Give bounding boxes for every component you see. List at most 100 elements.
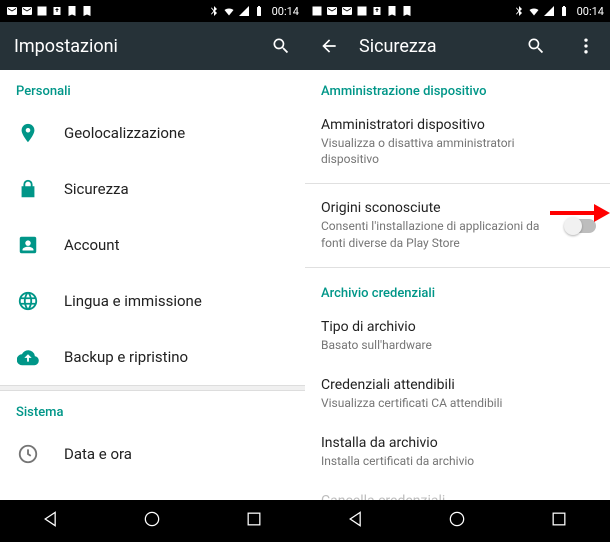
settings-item-label: Geolocalizzazione <box>64 124 185 142</box>
divider <box>305 267 610 268</box>
phone-security-settings: 00:14 Sicurezza Amministrazione disposit… <box>305 0 610 542</box>
status-left-icons <box>6 5 93 17</box>
search-icon <box>526 36 546 56</box>
nav-home-button[interactable] <box>447 509 467 533</box>
account-icon <box>16 233 40 257</box>
battery-icon <box>253 5 265 17</box>
playstore-icon <box>66 5 78 17</box>
nav-recents-button[interactable] <box>549 509 569 533</box>
setting-title: Amministratori dispositivo <box>321 117 540 133</box>
setting-subtitle: Installa certificati da archivio <box>321 453 540 469</box>
settings-list: Personali Geolocalizzazione Sicurezza Ac… <box>0 70 305 500</box>
status-bar: 00:14 <box>305 0 610 22</box>
section-header-system: Sistema <box>0 391 305 426</box>
status-time: 00:14 <box>577 5 604 18</box>
wifi-icon <box>528 5 540 17</box>
unknown-sources-toggle[interactable] <box>566 219 596 233</box>
divider <box>305 183 610 184</box>
phone-settings-main: 00:14 Impostazioni Personali Geolocalizz… <box>0 0 305 542</box>
search-button[interactable] <box>526 36 546 56</box>
square-recents-icon <box>549 509 569 529</box>
setting-install-from-storage[interactable]: Installa da archivio Installa certificat… <box>305 423 610 481</box>
settings-item-datetime[interactable]: Data e ora <box>0 426 305 482</box>
setting-subtitle: Consenti l'installazione di applicazioni… <box>321 218 540 250</box>
status-right-icons: 00:14 <box>513 5 604 18</box>
nav-bar <box>305 500 610 542</box>
settings-item-language[interactable]: Lingua e immissione <box>0 273 305 329</box>
setting-title: Cancella credenziali <box>321 493 540 500</box>
wifi-icon <box>223 5 235 17</box>
settings-item-label: Data e ora <box>64 445 132 463</box>
setting-unknown-sources[interactable]: Origini sconosciute Consenti l'installaz… <box>305 188 610 262</box>
circle-home-icon <box>447 509 467 529</box>
gmail-icon <box>326 5 338 17</box>
setting-device-admins[interactable]: Amministratori dispositivo Visualizza o … <box>305 105 610 179</box>
gmail-icon <box>341 5 353 17</box>
setting-subtitle: Basato sull'hardware <box>321 337 540 353</box>
clock-icon <box>16 442 40 466</box>
arrow-back-icon <box>319 36 339 56</box>
app-bar-security: Sicurezza <box>305 22 610 70</box>
settings-item-label: Lingua e immissione <box>64 292 202 310</box>
nav-back-button[interactable] <box>41 509 61 533</box>
setting-clear-credentials: Cancella credenziali Rimuovi tutti i cer… <box>305 481 610 500</box>
signal-icon <box>238 5 250 17</box>
search-icon <box>271 36 291 56</box>
setting-title: Origini sconosciute <box>321 200 540 216</box>
nav-home-button[interactable] <box>142 509 162 533</box>
back-button[interactable] <box>319 36 339 56</box>
globe-icon <box>16 289 40 313</box>
section-header-personal: Personali <box>0 70 305 105</box>
settings-item-label: Sicurezza <box>64 180 129 198</box>
lock-icon <box>16 177 40 201</box>
playstore-icon <box>386 5 398 17</box>
playstore-icon <box>401 5 413 17</box>
setting-trusted-credentials[interactable]: Credenziali attendibili Visualizza certi… <box>305 365 610 423</box>
app-bar-main: Impostazioni <box>0 22 305 70</box>
page-title: Sicurezza <box>359 36 506 57</box>
playstore-icon <box>81 5 93 17</box>
settings-item-security[interactable]: Sicurezza <box>0 161 305 217</box>
setting-title: Tipo di archivio <box>321 319 540 335</box>
nav-bar <box>0 500 305 542</box>
settings-item-label: Backup e ripristino <box>64 348 188 366</box>
status-bar: 00:14 <box>0 0 305 22</box>
setting-storage-type[interactable]: Tipo di archivio Basato sull'hardware <box>305 307 610 365</box>
more-button[interactable] <box>576 36 596 56</box>
section-header-credentials: Archivio credenziali <box>305 272 610 307</box>
triangle-back-icon <box>346 509 366 529</box>
status-time: 00:14 <box>272 5 299 18</box>
page-title: Impostazioni <box>14 36 251 57</box>
search-button[interactable] <box>271 36 291 56</box>
bluetooth-icon <box>208 5 220 17</box>
location-icon <box>16 121 40 145</box>
nav-recents-button[interactable] <box>244 509 264 533</box>
setting-title: Credenziali attendibili <box>321 377 540 393</box>
circle-home-icon <box>142 509 162 529</box>
settings-item-account[interactable]: Account <box>0 217 305 273</box>
screenshot-icon <box>311 5 323 17</box>
setting-subtitle: Visualizza o disattiva amministratori di… <box>321 135 540 167</box>
signal-icon <box>543 5 555 17</box>
status-right-icons: 00:14 <box>208 5 299 18</box>
triangle-back-icon <box>41 509 61 529</box>
battery-icon <box>558 5 570 17</box>
gmail-icon <box>21 5 33 17</box>
cloud-upload-icon <box>16 345 40 369</box>
updates-icon <box>51 5 63 17</box>
updates-icon <box>371 5 383 17</box>
square-recents-icon <box>244 509 264 529</box>
section-header-device-admin: Amministrazione dispositivo <box>305 70 610 105</box>
setting-title: Installa da archivio <box>321 435 540 451</box>
security-settings-list: Amministrazione dispositivo Amministrato… <box>305 70 610 500</box>
gmail-icon <box>6 5 18 17</box>
setting-subtitle: Visualizza certificati CA attendibili <box>321 395 540 411</box>
settings-item-label: Account <box>64 236 120 254</box>
settings-item-location[interactable]: Geolocalizzazione <box>0 105 305 161</box>
more-vert-icon <box>576 36 596 56</box>
nav-back-button[interactable] <box>346 509 366 533</box>
bluetooth-icon <box>513 5 525 17</box>
settings-item-backup[interactable]: Backup e ripristino <box>0 329 305 385</box>
youtube-icon <box>36 5 48 17</box>
status-left-icons <box>311 5 413 17</box>
